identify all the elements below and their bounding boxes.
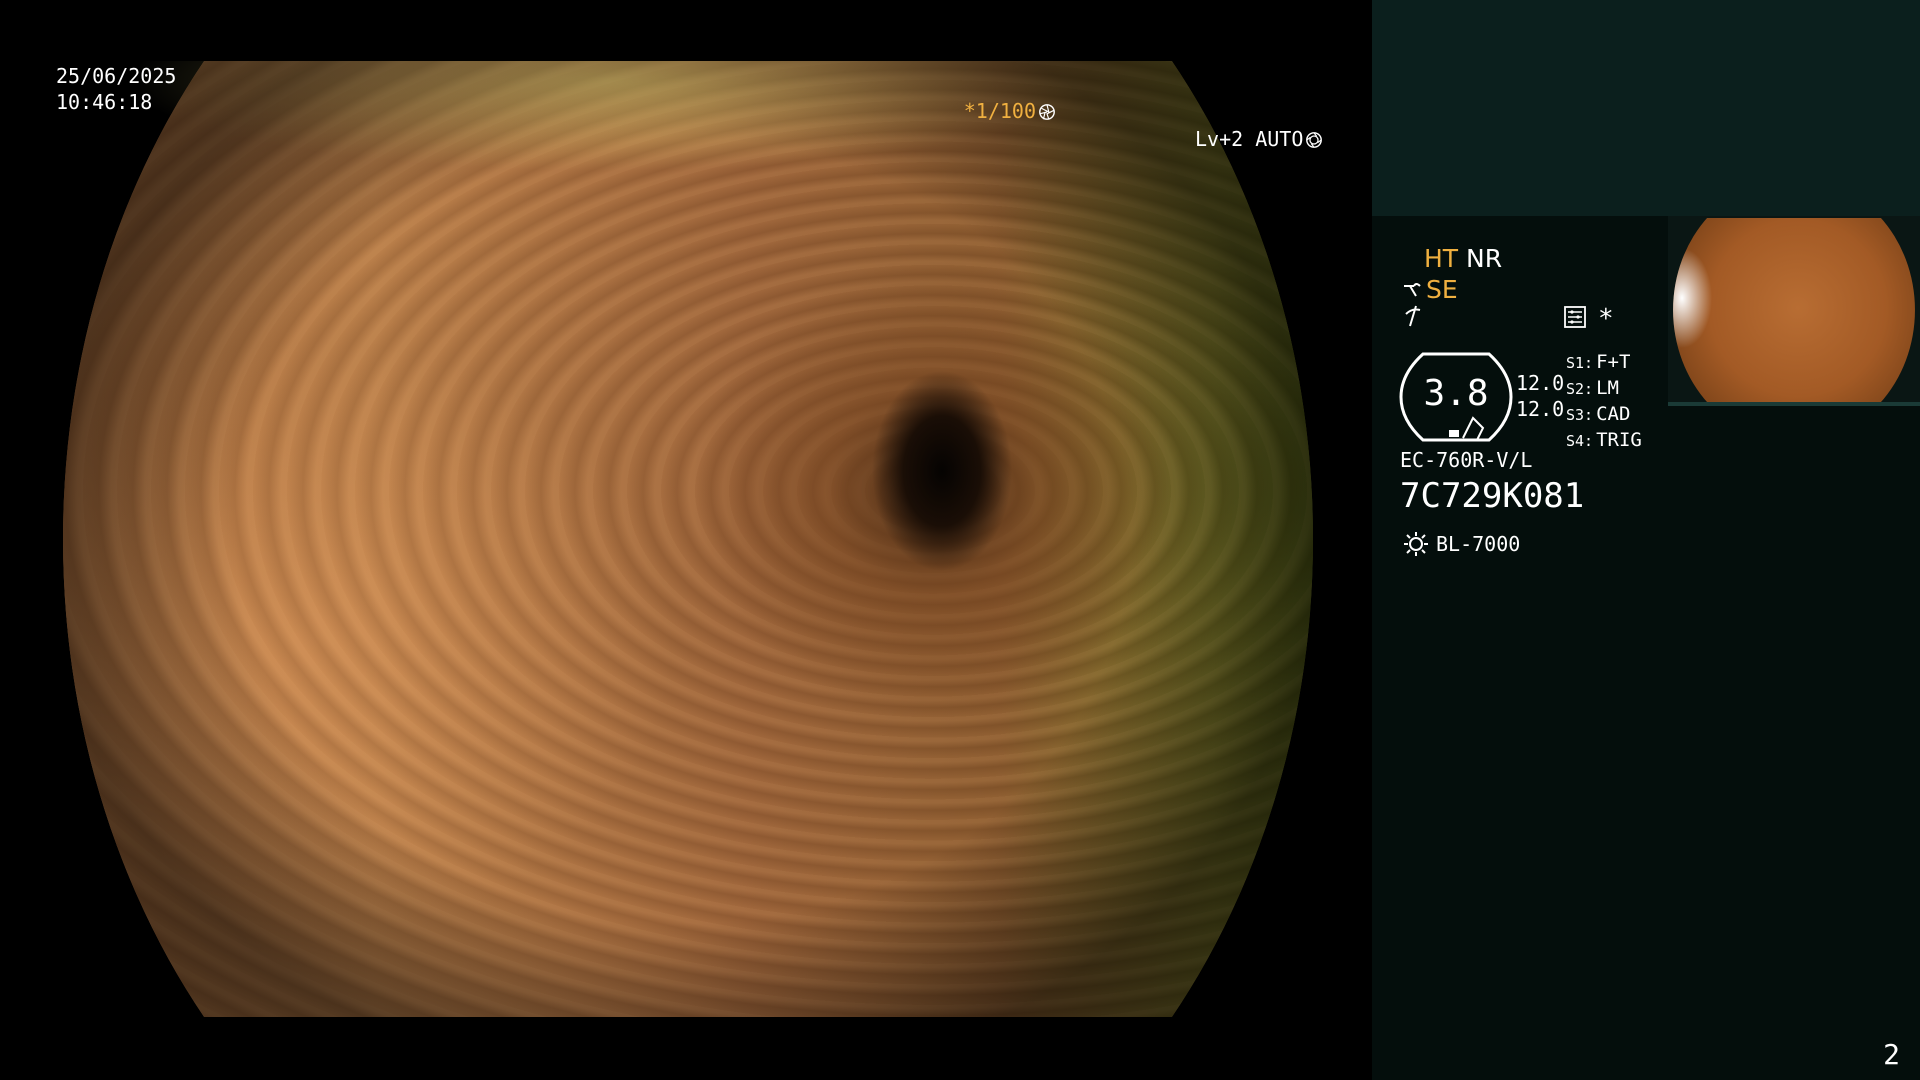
thumbnail-status-bar bbox=[1668, 402, 1920, 406]
switch-value: F+T bbox=[1596, 351, 1631, 373]
info-panel: HT NR SE * 3.8 12.0 12.0 S1: F+T S2: LM S3… bbox=[1372, 0, 1920, 1080]
date-time-display: 25/06/2025 10:46:18 bbox=[56, 63, 176, 115]
switch-row: S3: CAD bbox=[1566, 402, 1642, 428]
switch-row: S1: F+T bbox=[1566, 350, 1642, 376]
switch-key: S1: bbox=[1566, 354, 1594, 372]
thumbnail-image bbox=[1673, 218, 1915, 402]
light-source-icon bbox=[1404, 532, 1428, 556]
switch-value: TRIG bbox=[1596, 429, 1642, 451]
switch-key: S2: bbox=[1566, 380, 1594, 398]
se-indicator: SE bbox=[1426, 275, 1458, 304]
switch-row: S4: TRIG bbox=[1566, 428, 1642, 454]
shutter-display: *1/100 bbox=[964, 98, 1056, 124]
asterisk-icon: * bbox=[1598, 304, 1614, 334]
scope-model: EC-760R-V/L bbox=[1400, 448, 1533, 472]
page-number: 2 bbox=[1883, 1038, 1900, 1071]
aperture-icon bbox=[1039, 104, 1055, 120]
level-text: Lv+2 AUTO bbox=[1195, 127, 1304, 151]
endoscopic-image bbox=[63, 61, 1313, 1017]
light-source-row: BL-7000 bbox=[1402, 530, 1520, 558]
menu-settings-icon bbox=[1564, 306, 1586, 328]
switch-row: S2: LM bbox=[1566, 376, 1642, 402]
freeze-icon bbox=[1402, 304, 1426, 334]
gain-value-1: 12.0 bbox=[1516, 371, 1565, 395]
gauge-value: 3.8 bbox=[1423, 373, 1489, 414]
switch-key: S4: bbox=[1566, 432, 1594, 450]
switch-value: LM bbox=[1596, 377, 1619, 399]
mode-indicators: HT NR bbox=[1424, 244, 1502, 273]
date-text: 25/06/2025 bbox=[56, 64, 177, 88]
endoscope-video-area: 25/06/2025 10:46:18 *1/100 Lv+2 AUTO bbox=[0, 0, 1372, 1080]
info-panel-header-area bbox=[1372, 0, 1920, 216]
shutter-text: *1/100 bbox=[963, 99, 1036, 123]
scope-switch-list: S1: F+T S2: LM S3: CAD S4: TRIG bbox=[1566, 350, 1642, 454]
light-source-label: BL-7000 bbox=[1436, 532, 1521, 556]
se-indicator-row: SE bbox=[1402, 275, 1458, 304]
switch-value: CAD bbox=[1596, 403, 1631, 425]
scope-serial-number: 7C729K081 bbox=[1400, 476, 1585, 516]
level-display: Lv+2 AUTO bbox=[1195, 126, 1323, 152]
switch-key: S3: bbox=[1566, 406, 1594, 424]
iris-icon bbox=[1306, 132, 1323, 148]
ht-indicator: HT bbox=[1424, 244, 1459, 273]
nr-indicator: NR bbox=[1466, 244, 1503, 273]
captured-thumbnail[interactable] bbox=[1668, 216, 1920, 406]
gain-value-2: 12.0 bbox=[1516, 397, 1565, 421]
time-text: 10:46:18 bbox=[56, 90, 153, 114]
gain-values: 12.0 12.0 bbox=[1516, 370, 1564, 422]
scope-bend-icon bbox=[1404, 283, 1421, 297]
